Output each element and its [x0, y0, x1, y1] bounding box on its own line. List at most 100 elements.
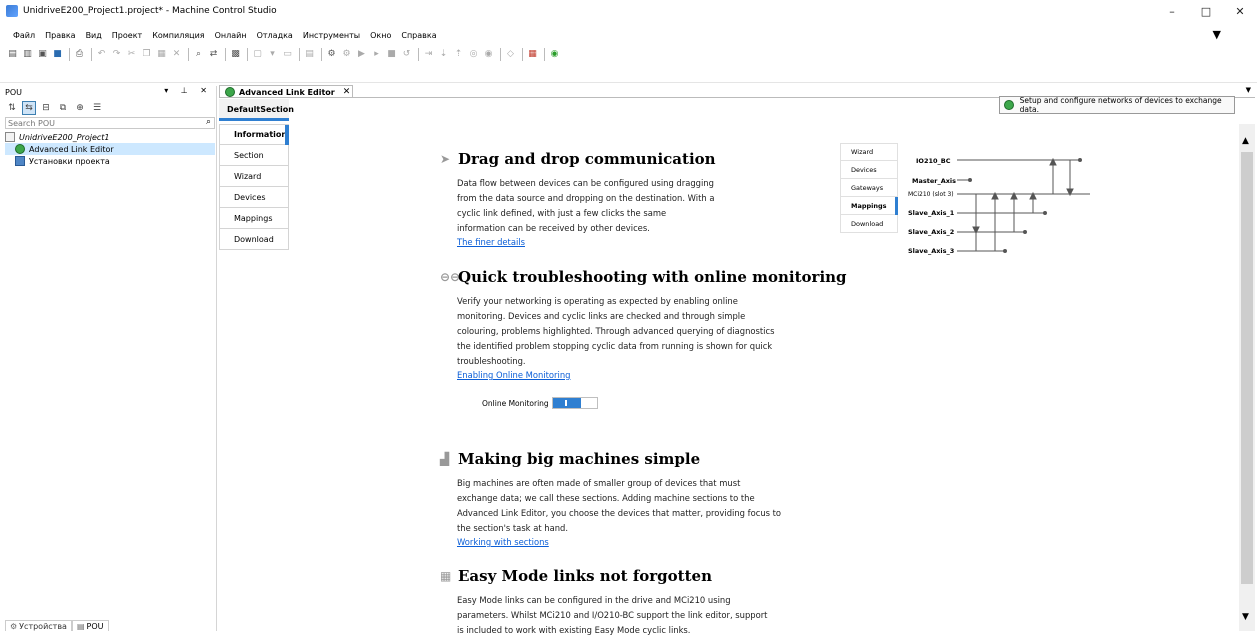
close-window-button[interactable]: ✕: [1223, 0, 1257, 22]
nav-information[interactable]: Information: [219, 124, 289, 146]
menu-edit[interactable]: Правка: [40, 31, 80, 40]
tree-item-project-settings[interactable]: Установки проекта: [5, 155, 215, 167]
nav-mappings[interactable]: Mappings: [219, 208, 289, 229]
add-pou-icon[interactable]: ⊕: [73, 101, 87, 115]
section-body: Easy Mode links can be configured in the…: [440, 593, 850, 638]
settings-icon: [15, 156, 25, 166]
force-icon[interactable]: ◇: [504, 48, 517, 61]
nav-wizard[interactable]: Wizard: [219, 166, 289, 187]
link-enabling-online-monitoring[interactable]: Enabling Online Monitoring: [440, 369, 850, 382]
print-icon[interactable]: ⎙: [73, 48, 86, 61]
link-editor-icon: [1004, 100, 1014, 110]
find-icon[interactable]: ⌕: [192, 48, 205, 61]
pou-panel-header: POU ▾ ⊥ ✕: [5, 86, 215, 98]
section-tab-default[interactable]: DefaultSection: [219, 99, 294, 119]
pou-panel-controls[interactable]: ▾ ⊥ ✕: [164, 86, 212, 95]
scroll-up-icon[interactable]: ▲: [1242, 136, 1249, 146]
menu-build[interactable]: Компиляция: [147, 31, 209, 40]
minimize-button[interactable]: –: [1155, 0, 1189, 22]
logout-icon[interactable]: ⚙: [340, 48, 353, 61]
tab-list-dropdown-icon[interactable]: ▼: [1246, 86, 1251, 94]
section-title-text: Making big machines simple: [458, 450, 701, 468]
step-into-icon[interactable]: ⇣: [437, 48, 450, 61]
tab-pou[interactable]: ▤ POU: [71, 620, 109, 631]
switch-on-fill: [552, 398, 581, 408]
stop-icon[interactable]: ■: [385, 48, 398, 61]
body-line: Verify your networking is operating as e…: [457, 296, 738, 306]
link-finer-details[interactable]: The finer details: [440, 236, 850, 249]
nav-devices[interactable]: Devices: [219, 187, 289, 208]
open-icon[interactable]: ▣: [36, 48, 49, 61]
main-toolbar: ▤ ▥ ▣ ■ ⎙ ↶ ↷ ✂ ❐ ▦ ✕ ⌕ ⇄ ▩ ▢ ▾ ▭ ▤ ⚙ ⚙ …: [6, 45, 563, 63]
tab-devices[interactable]: ⚙ Устройства: [5, 620, 72, 631]
toolbar-separator: [418, 47, 419, 61]
pou-list-icon[interactable]: ☰: [90, 101, 104, 115]
new-file-icon[interactable]: ▥: [21, 48, 34, 61]
section-title: ➤ Drag and drop communication: [440, 150, 850, 168]
link-editor-icon[interactable]: ◉: [548, 48, 561, 61]
paste-icon[interactable]: ▦: [155, 48, 168, 61]
run-icon[interactable]: ▶: [355, 48, 368, 61]
add-folder-icon[interactable]: ▭: [281, 48, 294, 61]
panel-divider[interactable]: [216, 86, 217, 631]
redo-icon[interactable]: ↷: [110, 48, 123, 61]
reset-icon[interactable]: ↺: [400, 48, 413, 61]
maximize-button[interactable]: □: [1189, 0, 1223, 22]
add-object-icon[interactable]: ▢: [251, 48, 264, 61]
scroll-down-icon[interactable]: ▼: [1242, 612, 1249, 622]
login-icon[interactable]: ⚙: [325, 48, 338, 61]
breakpoint-icon[interactable]: ◎: [467, 48, 480, 61]
pou-panel-title: POU: [5, 87, 22, 97]
scrollbar-thumb[interactable]: [1241, 152, 1253, 584]
section-body: Verify your networking is operating as e…: [440, 294, 850, 369]
menu-tools[interactable]: Инструменты: [298, 31, 365, 40]
nav-download[interactable]: Download: [219, 229, 289, 250]
step-out-icon[interactable]: ⇡: [452, 48, 465, 61]
body-line: colouring, problems highlighted. Through…: [457, 326, 775, 336]
online-monitoring-switch[interactable]: [551, 397, 598, 409]
link-working-with-sections[interactable]: Working with sections: [440, 536, 850, 549]
tab-label: Устройства: [19, 621, 67, 631]
menu-window[interactable]: Окно: [365, 31, 396, 40]
copy-pou-icon[interactable]: ⧉: [56, 101, 70, 115]
menu-file[interactable]: Файл: [8, 31, 40, 40]
body-line: Easy Mode links can be configured in the…: [457, 595, 731, 605]
toolbar-separator: [247, 47, 248, 61]
cut-icon[interactable]: ✂: [125, 48, 138, 61]
undo-icon[interactable]: ↶: [95, 48, 108, 61]
menu-online[interactable]: Онлайн: [210, 31, 252, 40]
delete-icon[interactable]: ✕: [170, 48, 183, 61]
section-title: ▦ Easy Mode links not forgotten: [440, 567, 850, 585]
close-tab-icon[interactable]: ✕: [343, 87, 351, 97]
toolbar-separator: [321, 47, 322, 61]
search-icon[interactable]: ⌕: [206, 117, 211, 127]
menu-bar: Файл Правка Вид Проект Компиляция Онлайн…: [0, 27, 442, 43]
menu-project[interactable]: Проект: [107, 31, 147, 40]
step-icon[interactable]: ▸: [370, 48, 383, 61]
add-object-dropdown-icon[interactable]: ▾: [266, 48, 279, 61]
pou-search-input[interactable]: [6, 118, 196, 128]
save-icon[interactable]: ■: [51, 48, 64, 61]
replace-icon[interactable]: ⇄: [207, 48, 220, 61]
menu-view[interactable]: Вид: [81, 31, 107, 40]
new-project-icon[interactable]: ▤: [6, 48, 19, 61]
sort-icon[interactable]: ⇅: [5, 101, 19, 115]
build-icon[interactable]: ▤: [303, 48, 316, 61]
trace-icon[interactable]: ▦: [526, 48, 539, 61]
pou-search-box[interactable]: ⌕: [5, 117, 215, 129]
tree-item-label: Advanced Link Editor: [29, 144, 114, 154]
tree-item-advanced-link-editor[interactable]: Advanced Link Editor: [5, 143, 215, 155]
properties-icon[interactable]: ⊟: [39, 101, 53, 115]
copy-icon[interactable]: ❐: [140, 48, 153, 61]
watch-icon[interactable]: ◉: [482, 48, 495, 61]
tree-item-project[interactable]: UnidriveE200_Project1: [5, 131, 215, 143]
mappings-illustration: Wizard Devices Gateways Mappings Downloa…: [840, 143, 1100, 261]
link-icon[interactable]: ⇆: [22, 101, 36, 115]
section-easy-mode: ▦ Easy Mode links not forgotten Easy Mode…: [440, 567, 850, 638]
menu-help[interactable]: Справка: [396, 31, 441, 40]
select-all-icon[interactable]: ▩: [229, 48, 242, 61]
step-over-icon[interactable]: ⇥: [422, 48, 435, 61]
help-pointer-icon[interactable]: ▼: [1213, 28, 1221, 41]
menu-debug[interactable]: Отладка: [252, 31, 298, 40]
nav-section[interactable]: Section: [219, 145, 289, 166]
